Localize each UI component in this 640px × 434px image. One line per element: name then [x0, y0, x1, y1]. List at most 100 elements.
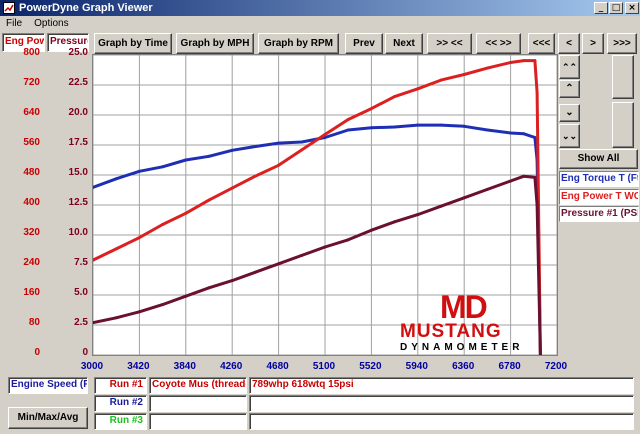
- scroll-last-button[interactable]: >>>: [607, 33, 637, 54]
- series-point-2: [207, 286, 211, 290]
- logo-dynamometer: DYNAMOMETER: [400, 342, 524, 353]
- series-point-1: [416, 87, 420, 91]
- minimize-button[interactable]: _: [594, 2, 608, 14]
- zoom-in-button[interactable]: >> <<: [427, 33, 472, 54]
- run-1-note[interactable]: 789whp 618wtq 15psi: [249, 377, 634, 394]
- run-1-label[interactable]: Run #1: [94, 377, 147, 394]
- y-tick-pressure: 22.5: [68, 77, 88, 88]
- series-point-2: [184, 294, 188, 298]
- series-point-2: [369, 228, 373, 232]
- show-all-button[interactable]: Show All: [559, 149, 638, 169]
- series-point-1: [323, 133, 327, 136]
- x-tick: 7200: [544, 361, 568, 372]
- scroll-up-fast-button[interactable]: ⌃⌃: [559, 55, 580, 79]
- series-point-0: [300, 140, 304, 144]
- graph-by-time-button[interactable]: Graph by Time: [94, 33, 172, 54]
- series-point-0: [253, 145, 257, 148]
- series-point-1: [114, 247, 118, 251]
- series-point-1: [161, 223, 165, 226]
- legend-pressure[interactable]: Pressure #1 (PSI: [559, 206, 639, 222]
- series-point-0: [137, 169, 141, 173]
- series-point-0: [207, 154, 211, 158]
- scroll-forward-button[interactable]: >: [582, 33, 604, 54]
- scroll-up-button[interactable]: ⌃: [559, 80, 580, 98]
- scroll-down-fast-button[interactable]: ⌄⌄: [559, 124, 580, 148]
- run-3-name[interactable]: [149, 413, 247, 430]
- y-tick-pressure: 10.0: [68, 227, 88, 238]
- mustang-dyno-logo: MD MUSTANG DYNAMOMETER: [400, 291, 556, 355]
- series-point-1: [439, 78, 443, 82]
- series-point-0: [114, 177, 118, 181]
- scroll-down-button[interactable]: ⌄: [559, 104, 580, 122]
- series-point-2: [462, 196, 466, 200]
- series-point-1: [462, 73, 466, 76]
- y-tick-power: 80: [28, 317, 40, 328]
- series-point-2: [485, 187, 489, 191]
- x-tick: 5100: [312, 361, 336, 372]
- vertical-slider-top[interactable]: [612, 55, 634, 99]
- run-2-label[interactable]: Run #2: [94, 395, 147, 412]
- run-3-label[interactable]: Run #3: [94, 413, 147, 430]
- series-point-2: [323, 245, 327, 249]
- series-point-0: [393, 125, 397, 129]
- series-point-0: [533, 136, 537, 139]
- vertical-slider-bottom[interactable]: [612, 102, 634, 148]
- series-point-1: [533, 59, 537, 63]
- series-point-2: [114, 316, 118, 320]
- run-3-note[interactable]: [249, 413, 634, 430]
- series-point-2: [253, 270, 257, 274]
- min-max-avg-button[interactable]: Min/Max/Avg: [8, 407, 88, 429]
- series-point-0: [485, 128, 489, 132]
- series-point-0: [522, 132, 526, 136]
- next-button[interactable]: Next: [385, 33, 423, 54]
- graph-by-mph-button[interactable]: Graph by MPH: [176, 33, 254, 54]
- graph-by-rpm-button[interactable]: Graph by RPM: [258, 33, 339, 54]
- x-tick: 3000: [80, 361, 104, 372]
- series-point-2: [439, 204, 443, 208]
- series-point-1: [300, 148, 304, 152]
- y-tick-pressure: 20.0: [68, 107, 88, 118]
- menu-options[interactable]: Options: [34, 18, 68, 29]
- series-point-1: [137, 236, 141, 240]
- legend-power[interactable]: Eng Power T WC (: [559, 189, 639, 205]
- scroll-first-button[interactable]: <<<: [528, 33, 555, 54]
- series-point-2: [535, 203, 539, 207]
- series-point-2: [416, 213, 420, 217]
- series-point-2: [393, 220, 397, 224]
- logo-mustang: MUSTANG: [400, 321, 502, 342]
- close-button[interactable]: ×: [625, 2, 639, 14]
- series-point-0: [416, 123, 420, 127]
- y-tick-pressure: 12.5: [68, 197, 88, 208]
- x-tick: 6780: [498, 361, 521, 372]
- series-point-1: [346, 118, 350, 121]
- logo-md: MD: [440, 289, 488, 325]
- y-tick-power: 240: [23, 257, 40, 268]
- legend-torque[interactable]: Eng Torque T (Ft-L: [559, 171, 639, 187]
- series-point-1: [230, 186, 234, 190]
- y-tick-power: 720: [23, 77, 40, 88]
- title-bar: PowerDyne Graph Viewer _ □ ×: [0, 0, 640, 16]
- series-point-1: [393, 95, 397, 99]
- maximize-button[interactable]: □: [609, 2, 623, 14]
- series-point-2: [230, 279, 234, 283]
- x-axis-selector[interactable]: Engine Speed (RPI: [8, 377, 88, 394]
- y-tick-power: 0: [34, 347, 40, 358]
- prev-button[interactable]: Prev: [345, 33, 383, 54]
- run-2-note[interactable]: [249, 395, 634, 412]
- x-tick: 3420: [127, 361, 150, 372]
- y-tick-pressure: 25.0: [68, 47, 88, 58]
- series-point-1: [184, 211, 188, 215]
- y-tick-power: 160: [23, 287, 40, 298]
- run-1-name[interactable]: Coyote Mus (threadgill: [149, 377, 247, 394]
- series-point-2: [161, 303, 165, 307]
- zoom-out-button[interactable]: << >>: [476, 33, 521, 54]
- scroll-back-button[interactable]: <: [558, 33, 580, 54]
- y-tick-power: 400: [23, 197, 40, 208]
- run-2-name[interactable]: [149, 395, 247, 412]
- series-point-1: [509, 61, 513, 64]
- y-tick-pressure: 7.5: [74, 257, 88, 268]
- x-tick: 3840: [173, 361, 196, 372]
- menu-file[interactable]: File: [6, 18, 22, 29]
- x-tick: 6360: [452, 361, 475, 372]
- y-tick-power: 640: [23, 107, 40, 118]
